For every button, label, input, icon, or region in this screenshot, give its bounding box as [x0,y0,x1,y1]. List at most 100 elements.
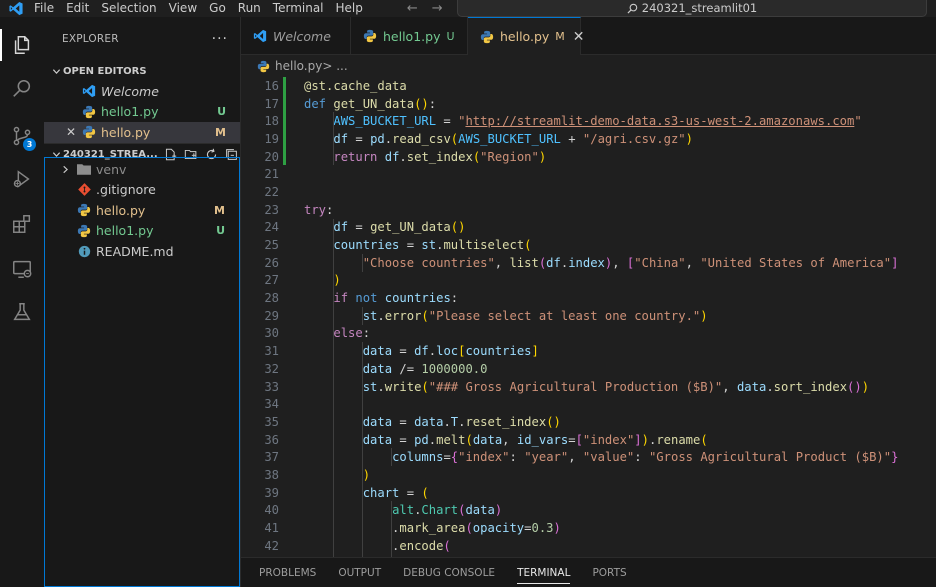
panel-tab-problems[interactable]: PROBLEMS [259,558,316,587]
explorer-header: EXPLORER ··· [44,17,240,61]
indent-guide [362,307,363,325]
python-file-icon [480,30,494,44]
code-line: 26 "Choose countries", list(df.index), [… [241,254,936,272]
menu-file[interactable]: File [32,0,60,17]
indent-guide [333,219,334,557]
code-text: return df.set_index("Region") [333,149,547,164]
menu-help[interactable]: Help [330,0,369,17]
run-debug-icon[interactable] [0,157,44,201]
source-control-icon[interactable]: 3 [0,114,44,158]
search-icon[interactable] [0,67,44,111]
code-text: df = pd.read_csv(AWS_BUCKET_URL + "/agri… [333,131,693,146]
breadcrumb: hello.py > ... [241,55,936,77]
back-arrow-icon[interactable]: ← [407,1,418,16]
explorer-icon[interactable] [0,23,44,67]
code-text: def get_UN_data(): [304,96,437,111]
open-editor-label: hello.py [101,124,151,140]
code-text: .mark_area(opacity=0.3) [304,521,561,536]
forward-arrow-icon[interactable]: → [432,1,443,16]
line-number: 23 [264,202,279,217]
line-number: 26 [264,255,279,270]
open-editor-welcome[interactable]: Welcome [44,81,240,102]
open-editor-label: Welcome [101,83,159,99]
code-line: 17 def get_UN_data(): [241,94,936,113]
more-actions-icon[interactable]: ··· [212,31,228,47]
git-status-untracked: U [216,224,225,238]
line-number: 36 [264,432,279,447]
command-center-search[interactable]: 240321_streamlit01 [457,0,927,17]
menu-run[interactable]: Run [232,0,267,17]
code-text: st.write("### Gross Agricultural Product… [362,379,870,394]
code-text: data = pd.melt(data, id_vars=["index"]).… [362,432,708,447]
breadcrumb-file[interactable]: hello.py [275,59,322,73]
menu-terminal[interactable]: Terminal [267,0,330,17]
close-tab-icon[interactable]: ✕ [573,29,585,45]
open-editors-header[interactable]: OPEN EDITORS [44,61,240,81]
tab-hello1[interactable]: hello1.py U [351,17,468,55]
code-line: 27 ) [241,272,936,290]
line-number: 33 [264,379,279,394]
panel-tab-debug-console[interactable]: DEBUG CONSOLE [403,558,495,587]
code-line: 32 data /= 1000000.0 [241,360,936,378]
menu-edit[interactable]: Edit [60,0,95,17]
code-text: ) [333,273,341,288]
open-editor-hello[interactable]: ✕ hello.py M [44,122,240,143]
line-number: 32 [264,361,279,376]
code-text: @st.cache_data [304,78,407,93]
line-number: 20 [264,149,279,164]
code-editor[interactable]: 16 @st.cache_data 17 def get_UN_data(): 18… [241,77,936,557]
git-status-modified: M [215,125,226,139]
open-editor-label: hello1.py [101,104,159,120]
menu-go[interactable]: Go [203,0,232,17]
tree-file-readme[interactable]: README.md [45,241,239,262]
panel-tab-terminal[interactable]: TERMINAL [517,558,571,587]
vscode-welcome-icon [82,84,96,98]
code-line: 18 AWS_BUCKET_URL = "http://streamlit-de… [241,112,936,130]
python-file-icon [77,224,91,238]
tab-welcome[interactable]: Welcome [241,17,351,55]
python-file-icon [363,29,377,43]
extensions-icon[interactable] [0,202,44,246]
code-line: 40 alt.Chart(data) [241,502,936,520]
git-status-modified: M [555,30,565,43]
tree-file-gitignore[interactable]: .gitignore [45,180,239,201]
code-line: 19 df = pd.read_csv(AWS_BUCKET_URL + "/a… [241,130,936,148]
git-status-untracked: U [217,105,226,119]
indent-guide [391,501,392,557]
git-status-untracked: U [446,29,455,43]
menu-selection[interactable]: Selection [95,0,162,17]
testing-flask-icon[interactable] [0,290,44,334]
chevron-down-icon [49,67,63,76]
menu-view[interactable]: View [163,0,203,17]
remote-explorer-icon[interactable] [0,247,44,291]
tree-label: hello1.py [96,223,154,239]
code-text: columns={"index": "year", "value": "Gros… [392,450,899,465]
panel-tab-output[interactable]: OUTPUT [338,558,381,587]
tree-file-hello[interactable]: hello.py M [45,200,239,221]
line-number: 18 [264,114,279,129]
tree-file-hello1[interactable]: hello1.py U [45,221,239,242]
line-number: 34 [264,397,279,412]
tab-label: Welcome [273,28,331,44]
indent-guide [333,112,334,165]
info-icon [77,244,91,258]
line-number: 31 [264,344,279,359]
code-line: 30 else: [241,325,936,343]
python-file-icon [257,60,270,73]
breadcrumb-more[interactable]: > ... [322,59,347,73]
tree-folder-venv[interactable]: venv [45,159,239,180]
code-line: 24 df = get_UN_data() [241,219,936,237]
vscode-logo-icon [9,1,23,16]
code-text: .encode( [304,538,451,553]
line-number: 38 [264,467,279,482]
panel-tab-ports[interactable]: PORTS [592,558,626,587]
tree-label: README.md [96,243,174,259]
code-line: 22 [241,183,936,201]
tab-hello[interactable]: hello.py M ✕ [468,17,585,55]
open-editor-hello1[interactable]: hello1.py U [44,102,240,123]
line-number: 19 [264,131,279,146]
code-line: 20 return df.set_index("Region") [241,147,936,166]
close-icon[interactable]: ✕ [66,125,82,139]
code-text: if not countries: [333,291,459,306]
code-line: 23 try: [241,201,936,219]
